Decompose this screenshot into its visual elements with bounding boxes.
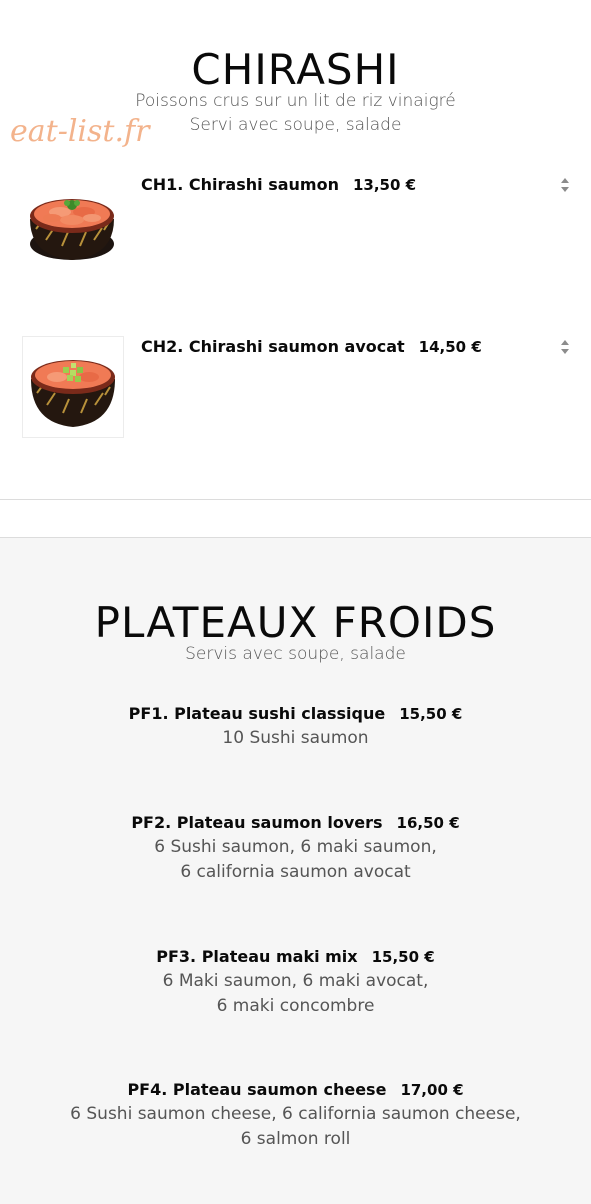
item-description: 6 california saumon avocat [180, 862, 411, 882]
item-name-line: PF1. Plateau sushi classique 15,50 € [0, 702, 591, 726]
item-name: CH2. Chirashi saumon avocat [141, 337, 405, 356]
watermark-logo: eat-list.fr [10, 114, 150, 149]
chirashi-saumon-image[interactable] [22, 174, 122, 274]
item-description: 6 Sushi saumon, 6 maki saumon, [154, 837, 437, 857]
item-description: 6 Maki saumon, 6 maki avocat, [162, 971, 429, 991]
item-description: 6 Sushi saumon cheese, 6 california saum… [70, 1104, 521, 1124]
item-price: 13,50 € [352, 176, 417, 194]
menu-item-pf4[interactable]: PF4. Plateau saumon cheese 17,00 € 6 Sush… [0, 1078, 591, 1152]
item-name: PF4. Plateau saumon cheese [127, 1080, 387, 1099]
section-divider [0, 499, 591, 500]
item-name-line: PF2. Plateau saumon lovers 16,50 € [0, 811, 591, 835]
item-name: PF1. Plateau sushi classique [128, 704, 386, 723]
item-price: 17,00 € [400, 1081, 464, 1099]
sort-icon[interactable] [559, 176, 571, 194]
menu-item-ch1[interactable]: CH1. Chirashi saumon 13,50 € [141, 175, 416, 194]
item-price: 15,50 € [399, 705, 463, 723]
menu-item-pf1[interactable]: PF1. Plateau sushi classique 15,50 € 10 S… [0, 702, 591, 751]
plateaux-subtitle: Servis avec soupe, salade [185, 644, 406, 664]
menu-item-pf2[interactable]: PF2. Plateau saumon lovers 16,50 € 6 Sush… [0, 811, 591, 885]
item-price: 14,50 € [418, 338, 482, 356]
item-name-line: PF3. Plateau maki mix 15,50 € [0, 945, 591, 969]
sort-icon[interactable] [559, 338, 571, 356]
item-name: PF3. Plateau maki mix [156, 947, 358, 966]
item-name: PF2. Plateau saumon lovers [131, 813, 383, 832]
item-description: 10 Sushi saumon [222, 728, 369, 748]
item-price: 16,50 € [396, 814, 460, 832]
menu-item-pf3[interactable]: PF3. Plateau maki mix 15,50 € 6 Maki saum… [0, 945, 591, 1019]
chirashi-saumon-avocat-image[interactable] [22, 336, 124, 438]
item-name: CH1. Chirashi saumon [141, 175, 339, 194]
menu-item-ch2[interactable]: CH2. Chirashi saumon avocat 14,50 € [141, 337, 482, 356]
item-name-line: PF4. Plateau saumon cheese 17,00 € [0, 1078, 591, 1102]
item-price: 15,50 € [371, 948, 435, 966]
item-description: 6 maki concombre [216, 996, 375, 1016]
item-description: 6 salmon roll [240, 1129, 351, 1149]
chirashi-subtitle-line1: Poissons crus sur un lit de riz vinaigré [135, 91, 456, 111]
